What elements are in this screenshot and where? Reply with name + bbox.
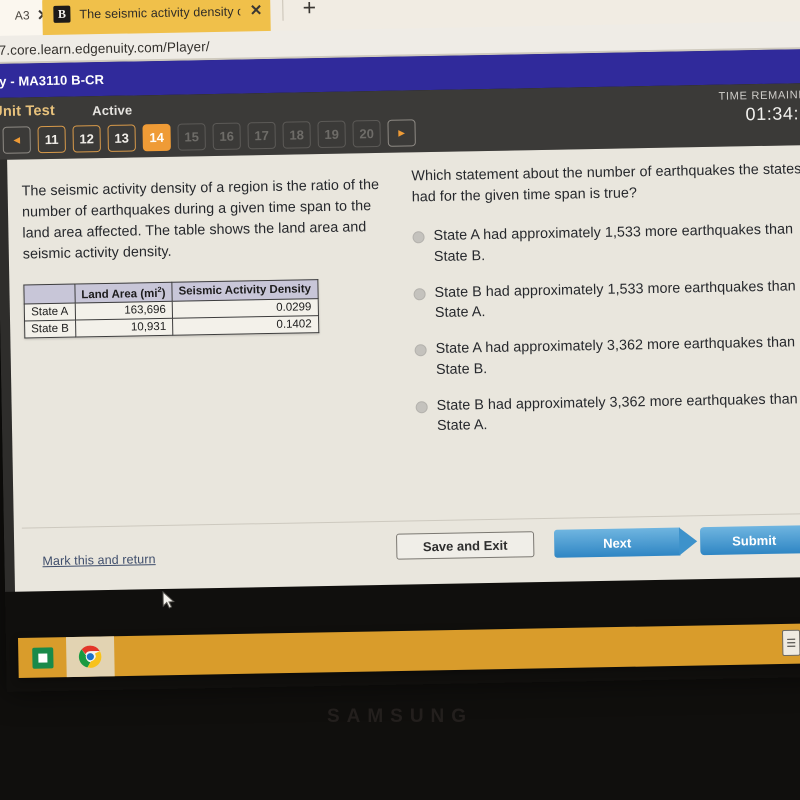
next-question-button[interactable]: ►	[387, 119, 416, 147]
radio-button-icon[interactable]	[412, 231, 425, 244]
favicon-icon: B	[53, 5, 71, 23]
screenshot-root: A3 ✕ B The seismic activity density of a…	[0, 0, 800, 800]
timer-label: TIME REMAINING	[718, 88, 800, 103]
monitor-screen: A3 ✕ B The seismic activity density of a…	[0, 0, 800, 692]
url-text: 07.core.learn.edgenuity.com/Player/	[0, 38, 210, 58]
question-button-14[interactable]: 14	[142, 123, 171, 152]
data-table: Land Area (mi2) Seismic Activity Density…	[23, 278, 319, 339]
assessment-status: Active	[92, 102, 133, 119]
microsoft-store-icon	[31, 646, 54, 669]
question-stem: The seismic activity density of a region…	[21, 176, 380, 263]
new-tab-button[interactable]: +	[296, 0, 322, 21]
radio-button-icon[interactable]	[415, 400, 428, 413]
next-arrow-icon	[678, 527, 698, 556]
answer-option[interactable]: State B had approximately 1,533 more ear…	[413, 276, 800, 325]
table-header-land-area: Land Area (mi2)	[74, 281, 173, 304]
question-button-13[interactable]: 13	[107, 124, 136, 152]
table-body: State A 163,696 0.0299 State B 10,931 0.1402	[24, 299, 319, 339]
answer-option-label: State A had approximately 1,533 more ear…	[433, 221, 794, 266]
tab-divider	[282, 0, 284, 21]
answer-option-label: State B had approximately 1,533 more ear…	[434, 278, 796, 322]
table-cell-land-area: 10,931	[75, 318, 173, 338]
footer-button-row: Save and Exit Next Submit	[395, 525, 800, 561]
mark-and-return-link[interactable]: Mark this and return	[42, 552, 155, 568]
question-number-nav: ◄ 11 12 13 14 15 16 17 18 19 20 ►	[2, 119, 416, 154]
answer-option-label: State A had approximately 3,362 more ear…	[435, 334, 796, 378]
table-header-density: Seismic Activity Density	[171, 279, 318, 302]
close-icon[interactable]: ✕	[250, 2, 263, 19]
table-cell-state-name: State B	[24, 320, 76, 339]
chrome-icon	[78, 645, 102, 668]
timer-value: 01:34:13	[745, 102, 800, 125]
radio-button-icon[interactable]	[413, 287, 426, 301]
question-button-20: 20	[352, 119, 381, 148]
question-stem-column: The seismic activity density of a region…	[21, 175, 398, 339]
question-button-19: 19	[317, 120, 346, 149]
table-cell-land-area: 163,696	[74, 301, 173, 321]
answer-option[interactable]: State A had approximately 1,533 more ear…	[412, 220, 800, 269]
mouse-cursor	[162, 590, 175, 609]
assessment-name: Unit Test	[0, 102, 56, 121]
taskbar-item-google-chrome[interactable]	[65, 636, 115, 678]
prev-question-button[interactable]: ◄	[2, 126, 31, 154]
taskbar-item-microsoft-store[interactable]	[18, 637, 67, 678]
question-prompt: Which statement about the number of eart…	[411, 161, 800, 206]
question-button-12[interactable]: 12	[72, 125, 101, 153]
answer-option[interactable]: State A had approximately 3,362 more ear…	[414, 332, 800, 381]
submit-button[interactable]: Submit	[699, 525, 800, 556]
table-cell-state-name: State A	[24, 303, 76, 322]
browser-tab-partial-label: A3	[14, 8, 30, 23]
answer-column: Which statement about the number of eart…	[411, 159, 800, 452]
answer-option-label: State B had approximately 3,362 more ear…	[436, 390, 798, 435]
table-cell-density: 0.1402	[172, 316, 319, 336]
answer-options-list: State A had approximately 1,533 more ear…	[412, 220, 800, 438]
footer-divider	[21, 513, 800, 529]
question-button-15: 15	[177, 123, 206, 151]
question-button-17: 17	[247, 121, 276, 150]
table-corner-cell	[23, 283, 75, 305]
radio-button-icon[interactable]	[414, 344, 427, 357]
save-and-exit-button[interactable]: Save and Exit	[395, 531, 535, 560]
question-button-18: 18	[282, 121, 311, 149]
question-button-11[interactable]: 11	[37, 125, 66, 154]
next-button[interactable]: Next	[553, 527, 698, 558]
question-button-16: 16	[212, 122, 241, 151]
taskbar-tray-button[interactable]: ☰	[781, 629, 800, 656]
browser-tab-title: The seismic activity density of a	[79, 3, 241, 21]
question-panel: The seismic activity density of a region…	[7, 145, 800, 609]
course-title: try - MA3110 B-CR	[0, 71, 105, 89]
answer-option[interactable]: State B had approximately 3,362 more ear…	[415, 389, 800, 438]
monitor-brand-label: SAMSUNG	[326, 706, 474, 727]
next-button-label: Next	[553, 527, 681, 558]
